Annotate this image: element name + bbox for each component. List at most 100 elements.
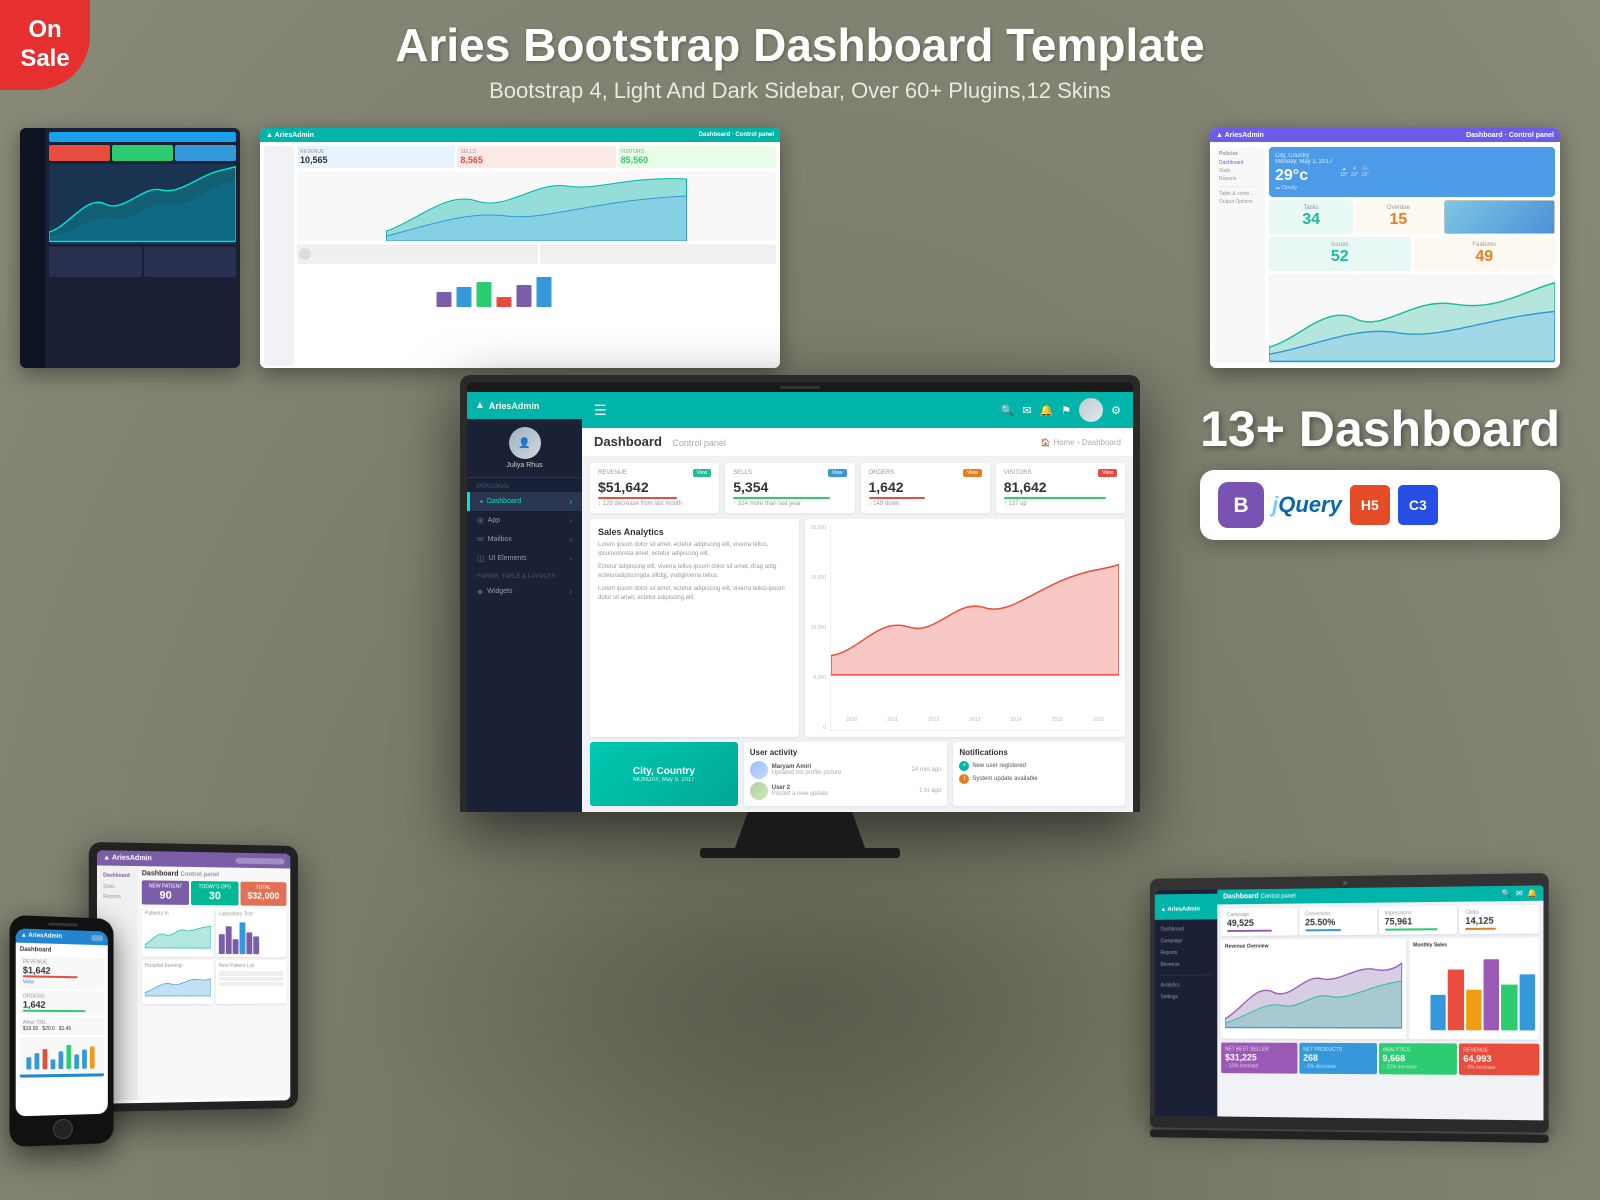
tech-badges-panel: B jQuery H5 C3: [1200, 470, 1560, 540]
stat-card-visitors: VISITORS View 81,642 ↑ 137 up: [996, 463, 1125, 513]
dark-screenshot: [20, 128, 240, 368]
on-sale-line2: Sale: [20, 45, 69, 74]
activity-action-2: Posted a new update: [772, 791, 916, 797]
monitor-stand: [735, 812, 865, 848]
tablet-device: ▲ AriesAdmin Dashboard Stats Reports Das…: [89, 842, 298, 1112]
monitor-base: [700, 848, 900, 858]
dashboard-title-bar: Dashboard Control panel 🏠 Home › Dashboa…: [582, 428, 1133, 457]
dashboard-count-text: 13+ Dashboard: [1200, 400, 1560, 458]
dark-main: [45, 128, 240, 368]
sidebar-section-forms: FORMS, TABLE & LAYOUTS: [467, 568, 582, 582]
phone-screen: ▲ AriesAdmin Dashboard REVENUE $1,642 Vi…: [16, 928, 108, 1116]
activity-time-2: 1 hr ago: [919, 788, 941, 794]
sidebar-item-app[interactable]: ⊞ App ›: [467, 511, 582, 530]
notifications-title: Notifications: [959, 748, 1119, 757]
sidebar-item-dashboard[interactable]: ▪ Dashboard ›: [467, 492, 582, 511]
flag-icon[interactable]: ⚑: [1061, 404, 1071, 417]
main-title-area: Aries Bootstrap Dashboard Template Boots…: [395, 18, 1204, 104]
laptop-device: ▲ AriesAdmin Dashboard Campaign Reports …: [1150, 873, 1549, 1143]
sales-analytics-desc1: Lorem ipsum dolor sit amet, ectetur adip…: [598, 541, 791, 559]
background-ellipse: [350, 800, 1250, 1200]
sidebar-widgets-label: Widgets: [487, 588, 512, 595]
top-header-bar: ☰ 🔍 ✉ 🔔 ⚑ ⚙: [582, 392, 1133, 428]
stat-sells-value: 5,354: [733, 479, 846, 495]
activity-avatar-1: [750, 761, 768, 779]
stat-card-orders: ORDERS View 1,642 ↓ 149 down: [861, 463, 990, 513]
city-card: City, Country MONDAY, May 9, 2017: [590, 742, 738, 806]
page-title: Dashboard: [594, 434, 662, 449]
bottom-section: City, Country MONDAY, May 9, 2017 User a…: [582, 742, 1133, 812]
jquery-badge: jQuery: [1272, 492, 1342, 518]
page-subtitle: Control panel: [672, 438, 726, 448]
dark-sidebar: [20, 128, 45, 368]
stat-revenue-label: REVENUE: [598, 470, 627, 476]
stat-visitors-value: 81,642: [1004, 479, 1117, 495]
sales-analytics-card: Sales Analytics Lorem ipsum dolor sit am…: [590, 519, 799, 737]
notif-text-2: System update available: [972, 776, 1037, 782]
html5-badge: H5: [1350, 485, 1390, 525]
user-avatar-header[interactable]: [1079, 398, 1103, 422]
monitor-screen-content: ▲ AriesAdmin 👤 Juliya Rhus PERSONAL ▪ Da…: [467, 392, 1133, 812]
notif-icon-1: +: [959, 761, 969, 771]
stats-row: REVENUE View $51,642 ↓ 128 decrease from…: [582, 457, 1133, 519]
stat-card-revenue: REVENUE View $51,642 ↓ 128 decrease from…: [590, 463, 719, 513]
notifications-card: Notifications + New user registered ! Sy…: [953, 742, 1125, 806]
stat-visitors-label: VISITORS: [1004, 470, 1032, 476]
phone-device: ▲ AriesAdmin Dashboard REVENUE $1,642 Vi…: [10, 915, 114, 1147]
analytics-section: Sales Analytics Lorem ipsum dolor sit am…: [582, 519, 1133, 742]
city-date: MONDAY, May 9, 2017: [633, 777, 694, 783]
stat-orders-badge[interactable]: View: [963, 469, 982, 477]
stat-sells-change: ↑ 324 more than last year: [733, 501, 846, 507]
activity-action-1: Updated his profile picture: [772, 770, 908, 776]
stat-visitors-badge[interactable]: View: [1098, 469, 1117, 477]
notif-item-1: + New user registered: [959, 761, 1119, 771]
sidebar-item-mailbox[interactable]: ✉ Mailbox ›: [467, 530, 582, 549]
sidebar-item-ui[interactable]: ◫ UI Elements ›: [467, 549, 582, 568]
on-sale-line1: On: [28, 16, 61, 45]
user-activity-title: User activity: [750, 748, 942, 757]
user-activity-card: User activity Maryam Amiri Updated his p…: [744, 742, 948, 806]
top-center-screenshots: ▲ AriesAdmin Dashboard · Control panel R…: [260, 128, 780, 368]
stat-card-sells: SELLS View 5,354 ↑ 324 more than last ye…: [725, 463, 854, 513]
sidebar-item-widgets[interactable]: ◈ Widgets ›: [467, 582, 582, 601]
laptop-screen: ▲ AriesAdmin Dashboard Campaign Reports …: [1155, 885, 1544, 1120]
breadcrumb: 🏠 Home › Dashboard: [1040, 438, 1121, 447]
stat-sells-label: SELLS: [733, 470, 752, 476]
notif-text-1: New user registered: [972, 763, 1026, 769]
main-heading: Aries Bootstrap Dashboard Template: [395, 18, 1204, 72]
stat-orders-value: 1,642: [869, 479, 982, 495]
top-left-screenshots: [20, 128, 240, 368]
hamburger-icon[interactable]: ☰: [594, 402, 607, 419]
city-name: City, Country: [633, 766, 695, 777]
activity-time-1: 24 min ago: [912, 767, 942, 773]
activity-avatar-2: [750, 782, 768, 800]
chart-card: 20,000 15,000 10,000 5,000 0: [805, 519, 1125, 737]
sales-analytics-desc3: Lorem ipsum dolor sit amet, ectetur adip…: [598, 585, 791, 603]
svg-text:B: B: [1234, 494, 1249, 517]
bootstrap-badge: B: [1218, 482, 1264, 528]
notif-icon-2: !: [959, 774, 969, 784]
stat-sells-badge[interactable]: View: [828, 469, 847, 477]
sidebar-username: Juliya Rhus: [475, 462, 574, 469]
main-monitor: ▲ AriesAdmin 👤 Juliya Rhus PERSONAL ▪ Da…: [460, 375, 1140, 858]
search-icon[interactable]: 🔍: [1001, 404, 1015, 417]
gear-icon[interactable]: ⚙: [1111, 404, 1121, 417]
stat-visitors-change: ↑ 137 up: [1004, 501, 1117, 507]
mail-icon[interactable]: ✉: [1022, 404, 1031, 417]
stat-revenue-value: $51,642: [598, 479, 711, 495]
stat-orders-label: ORDERS: [869, 470, 895, 476]
tablet-screen: ▲ AriesAdmin Dashboard Stats Reports Das…: [97, 850, 290, 1104]
sidebar-mailbox-label: Mailbox: [488, 536, 512, 543]
activity-item-2: User 2 Posted a new update 1 hr ago: [750, 782, 942, 800]
bell-icon[interactable]: 🔔: [1040, 404, 1054, 417]
sidebar-ui-label: UI Elements: [489, 555, 527, 562]
main-subtitle: Bootstrap 4, Light And Dark Sidebar, Ove…: [395, 78, 1204, 104]
sidebar-app-label: App: [488, 517, 500, 524]
css3-badge: C3: [1398, 485, 1438, 525]
activity-item-1: Maryam Amiri Updated his profile picture…: [750, 761, 942, 779]
sidebar-dashboard-label: Dashboard: [487, 498, 521, 505]
stat-revenue-badge[interactable]: View: [693, 469, 712, 477]
sidebar-section-personal: PERSONAL: [467, 478, 582, 492]
sales-analytics-title: Sales Analytics: [598, 527, 791, 537]
notif-item-2: ! System update available: [959, 774, 1119, 784]
